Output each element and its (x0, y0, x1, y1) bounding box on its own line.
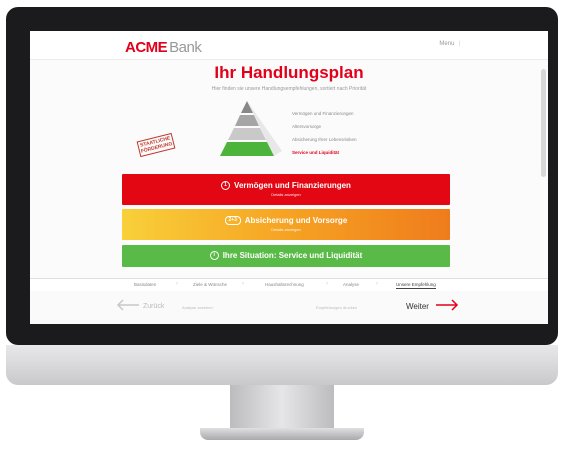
legend-item-service: Service und Liquidität (292, 150, 340, 155)
info-icon: i (209, 251, 219, 261)
step-ziele[interactable]: Ziele & Wünsche (193, 282, 227, 287)
menu-label: Menu (439, 41, 455, 47)
action-box-title-text: Vermögen und Finanzierungen (234, 181, 351, 190)
print-link[interactable]: Empfehlungen drucken (316, 305, 357, 310)
chevron-right-icon: › (376, 281, 378, 287)
chevron-right-icon: › (242, 281, 244, 287)
pyramid-tier-base (220, 142, 274, 156)
legend-item-protection: Absicherung Ihrer Lebensrisiken (292, 137, 357, 142)
action-box-title: 1 Vermögen und Finanzierungen (122, 181, 450, 191)
menu-icon: | (458, 41, 460, 47)
action-box-assets[interactable]: 1 Vermögen und Finanzierungen Details anz… (122, 174, 450, 205)
chevron-right-icon: › (176, 281, 178, 287)
step-empfehlung[interactable]: Unsere Empfehlung (396, 282, 436, 289)
next-button[interactable]: Weiter (406, 302, 429, 311)
monitor-chin (6, 345, 558, 385)
menu-button[interactable]: Menu | (439, 41, 460, 47)
funding-stamp: STAATLICHE FÖRDERUNG (136, 132, 176, 158)
analysis-link[interactable]: Analyse ansehen (182, 305, 213, 310)
step-basisdaten[interactable]: Basisdaten (134, 282, 156, 287)
step-analyse[interactable]: Analyse (343, 282, 359, 287)
priority-badge-icon: 2+3 (224, 216, 241, 226)
action-box-title: i Ihre Situation: Service und Liquidität (122, 251, 450, 261)
bottom-navigation: Zurück Analyse ansehen Empfehlungen druc… (30, 291, 548, 324)
page-title: Ihr Handlungsplan (214, 63, 364, 82)
arrow-right-icon[interactable] (435, 299, 459, 311)
top-bar: ACME Bank Menu | (30, 31, 548, 60)
pyramid-legend: Vermögen und Finanzierungen Altersvorsor… (292, 107, 357, 159)
monitor-stand (230, 385, 334, 431)
step-haushaltsrechnung[interactable]: Haushaltsrechnung (265, 282, 304, 287)
brand-logo[interactable]: ACME Bank (125, 39, 202, 56)
priority-pyramid (220, 101, 282, 156)
page-subtitle: Hier finden sie unsere Handlungsempfehlu… (211, 86, 367, 92)
action-box-protection[interactable]: 2+3 Absicherung und Vorsorge Details anze… (122, 209, 450, 240)
arrow-left-icon[interactable] (116, 299, 140, 311)
logo-brand: ACME (125, 39, 168, 56)
legend-item-assets: Vermögen und Finanzierungen (292, 111, 354, 116)
pyramid-tier-3 (228, 128, 266, 140)
details-link[interactable]: Details anzeigen (122, 192, 450, 197)
action-box-title-text: Absicherung und Vorsorge (244, 216, 348, 225)
action-box-title: 2+3 Absicherung und Vorsorge (122, 216, 450, 226)
monitor-stand-foot (200, 428, 364, 440)
legend-item-retirement: Altersvorsorge (292, 124, 322, 129)
action-box-title-text: Ihre Situation: Service und Liquidität (222, 251, 363, 260)
priority-badge-icon: 1 (221, 181, 231, 191)
screen: ACME Bank Menu | Ihr Handlungsplan Hier fi… (30, 31, 548, 324)
action-box-service[interactable]: i Ihre Situation: Service und Liquidität (122, 245, 450, 267)
chevron-right-icon: › (326, 281, 328, 287)
logo-suffix: Bank (169, 39, 202, 56)
details-link[interactable]: Details anzeigen (122, 227, 450, 232)
back-button[interactable]: Zurück (143, 303, 164, 310)
progress-stepper: Basisdaten › Ziele & Wünsche › Haushalts… (30, 278, 548, 292)
